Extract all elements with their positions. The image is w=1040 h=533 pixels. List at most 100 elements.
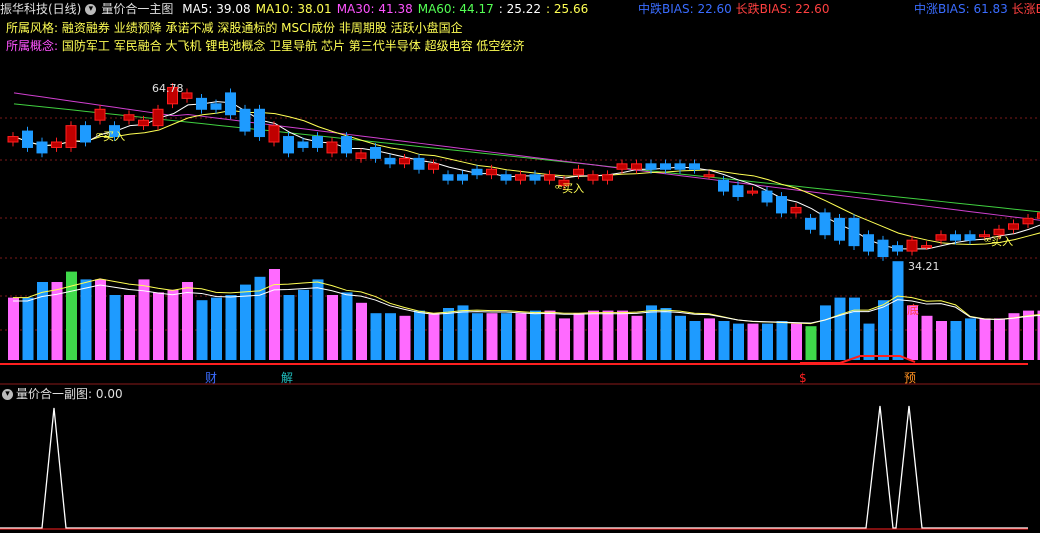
stock-title: 振华科技(日线) [0,2,82,16]
volume-bar [936,321,947,360]
ma60-value: MA60: 44.17 [417,2,494,16]
volume-bar [950,321,962,360]
volume-bar [428,313,440,360]
volume-bar [733,323,744,360]
volume-bar [921,315,933,360]
volume-bar [501,313,512,360]
candle [993,228,1005,236]
sub-header: ▾ 量价合一副图: 0.00 [0,385,123,403]
volume-bar [878,300,889,360]
candle [544,174,555,181]
volume-bar [979,318,991,360]
bias-long-down: 长跌BIAS: 22.60 [735,2,830,16]
ma30-value: MA30: 41.38 [336,2,413,16]
candle [935,234,947,241]
volume-bar [892,261,904,360]
bottom-signal-label: 底 [907,302,919,317]
volume-bar [225,295,237,360]
candle [848,217,860,247]
ma5-value: MA5: 39.08 [182,2,251,16]
candle [210,103,222,110]
volume-bar [399,315,411,360]
candle [283,136,294,154]
volume-bar [660,308,672,360]
volume-bar [327,295,338,360]
candle [863,234,874,252]
candle [790,206,802,214]
candle [602,174,613,181]
volume-bar [820,305,831,360]
candle [370,146,381,159]
volume-bar [80,279,92,360]
candle [471,168,483,176]
volume-bar [312,279,324,360]
candle [674,163,686,170]
candle [834,217,845,241]
ma10-line [13,109,1040,246]
style-label: 所属风格: [6,21,59,35]
volume-bar [588,310,599,360]
event-tag-label: 预 [904,371,916,385]
event-tag-label: $ [799,371,807,385]
volume-bar [994,318,1005,360]
volume-bar [109,295,121,360]
volume-bar [544,310,556,360]
candle [413,157,425,170]
volume-bar [559,318,570,360]
kline-chart[interactable]: 64.78 34.21 ꟹ买入 ꟹ买入 ꟹ买入财 解 $ 预 底 [0,0,1040,533]
volume-bar [472,313,483,360]
value-1: : 25.22 [498,2,541,16]
candle [268,125,280,143]
candle [921,245,932,249]
sub-title[interactable]: 量价合一副图 [16,387,88,401]
candle [573,168,584,176]
volume-bar [95,279,106,360]
ma60-line [13,103,1040,213]
volume-bar [153,292,164,360]
dropdown-icon[interactable]: ▾ [85,4,97,15]
bias-mid-down: 中跌BIAS: 22.60 [638,2,732,16]
candle [747,190,758,194]
candle [51,141,62,148]
volume-bar [211,297,222,360]
volume-bar [341,292,353,360]
volume-bar [704,318,715,360]
candle [906,239,918,252]
candle [36,141,48,154]
dropdown-icon[interactable]: ▾ [2,389,13,400]
volume-bar [196,300,208,360]
volume-bar [486,313,498,360]
volume-bar [124,295,135,360]
high-price-label: 64.78 [152,82,184,95]
candle [776,196,787,214]
sub-indicator-line [0,405,1028,529]
ma30-line [13,92,1040,221]
candle [761,190,773,203]
main-header: 振华科技(日线) ▾ 量价合一主图 MA5: 39.08 MA10: 38.01 MA3… [0,0,593,18]
value-2: : 25.66 [546,2,589,16]
volume-bar [283,295,295,360]
ma5-line [13,101,1040,250]
volume-bar [863,323,875,360]
volume-bar [1008,313,1020,360]
candle [22,130,33,148]
volume-bar [834,297,846,360]
concept-text: 国防军工 军民融合 大飞机 锂电池概念 卫星导航 芯片 第三代半导体 超级电容 … [61,39,525,53]
buy-signal: ꟹ买入 [555,182,584,195]
volume-bar [22,297,34,360]
candle [399,157,410,165]
candle [152,108,164,127]
candle [587,174,599,181]
candle [703,174,715,178]
candle [457,174,468,181]
volume-bar [791,323,802,360]
volume-bar [849,297,860,360]
volume-bar [762,323,773,360]
candle [7,136,19,143]
indicator-name[interactable]: 量价合一主图 [101,2,173,16]
volume-bar [385,313,396,360]
candle [138,119,149,127]
candle [616,163,628,170]
candle [94,108,106,121]
candle [1008,223,1019,230]
